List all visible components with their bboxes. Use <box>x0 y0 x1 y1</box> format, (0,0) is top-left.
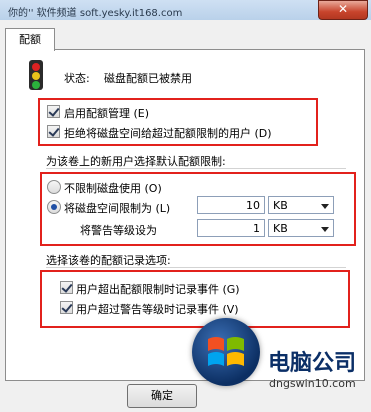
windows-logo-icon <box>192 318 260 386</box>
log-over-limit-label[interactable]: 用户超出配额限制时记录事件 (G) <box>76 281 240 297</box>
watermark-text: 你的'' 软件频道 soft.yesky.it168.com <box>8 8 183 19</box>
limit-unit-value: KB <box>273 199 288 212</box>
deny-over-limit-checkbox[interactable] <box>47 125 60 138</box>
log-over-warning-checkbox[interactable] <box>60 301 73 314</box>
separator <box>46 267 346 268</box>
deny-over-limit-label[interactable]: 拒绝将磁盘空间给超过配额限制的用户 (D) <box>64 125 272 141</box>
separator <box>46 168 346 169</box>
status-label: 状态: <box>64 72 90 85</box>
log-over-warning-label[interactable]: 用户超过警告等级时记录事件 (V) <box>76 301 239 317</box>
warning-unit-value: KB <box>273 222 288 235</box>
title-bar: 你的'' 软件频道 soft.yesky.it168.com <box>0 0 371 20</box>
warning-unit-select[interactable]: KB <box>268 219 334 237</box>
limit-to-radio[interactable] <box>47 200 61 214</box>
enable-quota-label[interactable]: 启用配额管理 (E) <box>64 105 149 121</box>
tab-quota[interactable]: 配额 <box>5 28 55 51</box>
enable-quota-checkbox[interactable] <box>47 105 60 118</box>
warning-level-label: 将警告等级设为 <box>80 224 157 237</box>
chevron-down-icon <box>321 227 329 232</box>
limit-to-label[interactable]: 将磁盘空间限制为 (L) <box>64 200 170 216</box>
logging-heading: 选择该卷的配额记录选项: <box>46 254 171 267</box>
warning-value-input[interactable]: 1 <box>197 219 265 237</box>
limit-value-input[interactable]: 10 <box>197 196 265 214</box>
no-limit-label[interactable]: 不限制磁盘使用 (O) <box>64 180 162 196</box>
brand-name: 电脑公司 <box>268 351 357 376</box>
default-limit-heading: 为该卷上的新用户选择默认配额限制: <box>46 155 226 168</box>
chevron-down-icon <box>321 204 329 209</box>
status-value: 磁盘配额已被禁用 <box>104 72 192 85</box>
brand-url: dngswin10.com <box>269 377 356 390</box>
ok-button[interactable]: 确定 <box>127 384 197 408</box>
no-limit-radio[interactable] <box>47 180 61 194</box>
log-over-limit-checkbox[interactable] <box>60 281 73 294</box>
limit-unit-select[interactable]: KB <box>268 196 334 214</box>
highlight-box-3 <box>40 270 350 328</box>
close-button[interactable]: ✕ <box>318 0 368 20</box>
traffic-light-icon <box>26 60 46 92</box>
